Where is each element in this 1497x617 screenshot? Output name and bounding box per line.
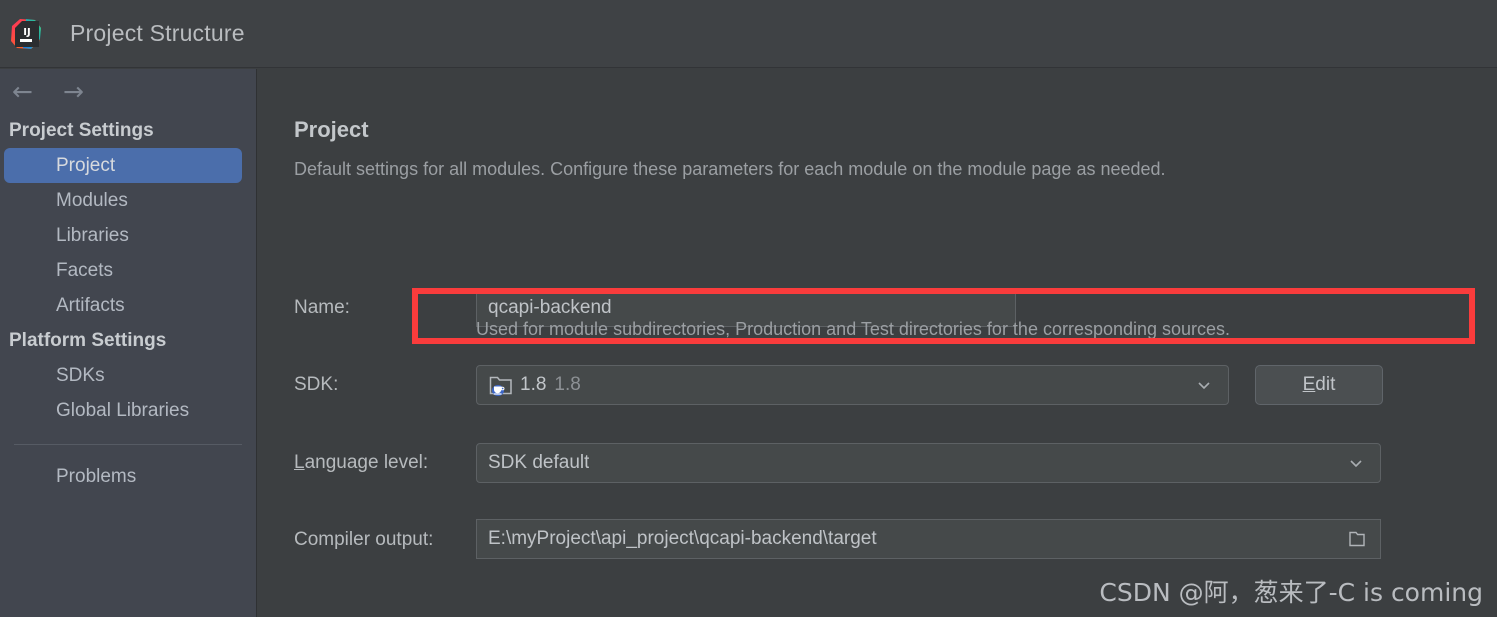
language-level-label: Language level: <box>294 452 428 474</box>
sdk-edit-button-label-rest: dit <box>1315 374 1336 395</box>
navigation-arrows: ← → <box>0 69 256 113</box>
sidebar-item-modules[interactable]: Modules <box>0 183 256 218</box>
sidebar-item-label: SDKs <box>56 365 105 386</box>
sdk-label: SDK: <box>294 374 339 395</box>
sidebar-item-label: Modules <box>56 190 128 211</box>
title-bar: IJ Project Structure <box>0 0 1497 68</box>
sdk-edit-button[interactable]: Edit <box>1255 365 1383 405</box>
name-input-value: qcapi-backend <box>488 296 612 318</box>
sidebar-item-global-libraries[interactable]: Global Libraries <box>0 393 256 428</box>
sdk-edit-button-mnemonic: E <box>1302 374 1316 395</box>
sidebar-item-libraries[interactable]: Libraries <box>0 218 256 253</box>
language-level-value: SDK default <box>488 452 590 473</box>
sdk-version-secondary: 1.8 <box>554 374 581 395</box>
language-level-label-mnemonic: L <box>294 452 305 473</box>
sidebar-group-platform-settings-title: Platform Settings <box>9 330 167 351</box>
arrow-left-icon[interactable]: ← <box>12 79 33 104</box>
sidebar-group-project-settings-title: Project Settings <box>9 120 154 141</box>
sidebar-item-sdks[interactable]: SDKs <box>0 358 256 393</box>
sidebar-item-label: Global Libraries <box>56 400 190 421</box>
compiler-output-label: Compiler output: <box>294 529 434 550</box>
compiler-output-input[interactable]: E:\myProject\api_project\qcapi-backend\t… <box>476 519 1381 559</box>
page-description: Default settings for all modules. Config… <box>294 159 1166 179</box>
sidebar-item-label: Artifacts <box>56 295 125 316</box>
compiler-output-value: E:\myProject\api_project\qcapi-backend\t… <box>488 528 877 549</box>
sidebar-item-label: Libraries <box>56 225 129 246</box>
sidebar: ← → Project Settings Project Modules Lib… <box>0 69 257 617</box>
sdk-version-primary: 1.8 <box>520 374 547 395</box>
sidebar-item-label: Facets <box>56 260 114 281</box>
jdk-folder-icon <box>489 374 513 396</box>
logo-text: IJ <box>23 27 30 38</box>
name-label: Name: <box>294 297 350 318</box>
content-panel: Project Default settings for all modules… <box>258 69 1497 617</box>
chevron-down-icon[interactable] <box>1196 377 1212 393</box>
project-structure-dialog: IJ Project Structure ← → Project Setting… <box>0 0 1497 617</box>
sidebar-item-label: Project <box>56 155 116 176</box>
page-title: Project <box>294 117 369 142</box>
arrow-right-icon[interactable]: → <box>63 79 84 104</box>
sidebar-item-artifacts[interactable]: Artifacts <box>0 288 256 323</box>
language-level-label-rest: anguage level: <box>304 452 429 473</box>
compiler-output-hint: Used for module subdirectories, Producti… <box>476 319 1231 339</box>
sidebar-item-facets[interactable]: Facets <box>0 253 256 288</box>
language-level-combobox[interactable]: SDK default <box>476 443 1381 483</box>
csdn-watermark: CSDN @阿，葱来了-C is coming <box>1099 578 1483 607</box>
sidebar-divider <box>14 444 242 445</box>
sidebar-item-problems[interactable]: Problems <box>0 459 256 494</box>
sdk-combobox[interactable]: 1.8 1.8 <box>476 365 1229 405</box>
sidebar-item-project[interactable]: Project <box>4 148 242 183</box>
folder-browse-icon[interactable] <box>1347 529 1367 549</box>
sidebar-item-label: Problems <box>56 466 137 487</box>
intellij-idea-logo-icon: IJ <box>9 17 43 51</box>
window-title: Project Structure <box>70 20 245 46</box>
chevron-down-icon[interactable] <box>1348 455 1364 471</box>
